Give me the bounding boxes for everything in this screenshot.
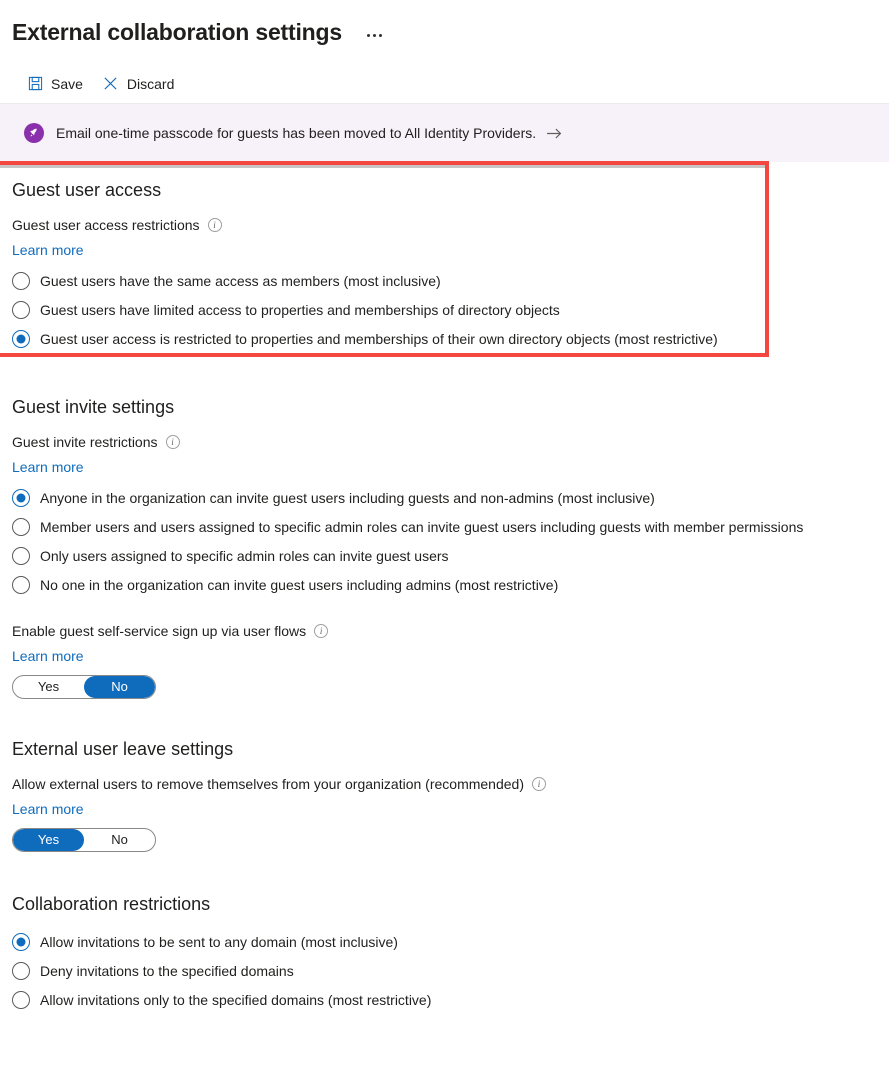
toggle-option-no[interactable]: No	[84, 829, 155, 851]
allow-external-users-remove-label: Allow external users to remove themselve…	[12, 774, 877, 794]
info-banner: Email one-time passcode for guests has b…	[0, 104, 889, 162]
radio-allow-only-specified-domains[interactable]: Allow invitations only to the specified …	[12, 985, 877, 1014]
radio-label: Deny invitations to the specified domain…	[40, 962, 294, 979]
save-label: Save	[51, 75, 83, 92]
radio-invite-no-one[interactable]: No one in the organization can invite gu…	[12, 570, 877, 599]
radio-icon	[12, 271, 30, 290]
settings-content: Guest user access Guest user access rest…	[0, 161, 889, 1014]
toggle-option-yes[interactable]: Yes	[13, 676, 84, 698]
highlight-annotation	[0, 161, 769, 357]
radio-label: Anyone in the organization can invite gu…	[40, 489, 655, 506]
field-label-text: Allow external users to remove themselve…	[12, 776, 524, 792]
ellipsis-icon[interactable]	[364, 30, 385, 41]
learn-more-link-external-leave[interactable]: Learn more	[12, 799, 84, 819]
radio-label: No one in the organization can invite gu…	[40, 576, 559, 593]
section-guest-invite-settings: Guest invite settings Guest invite restr…	[12, 353, 877, 699]
command-bar: Save Discard	[0, 64, 889, 104]
banner-message: Email one-time passcode for guests has b…	[56, 125, 537, 141]
guest-invite-restrictions-label: Guest invite restrictions i	[12, 432, 877, 452]
radio-icon	[12, 575, 30, 594]
learn-more-link-guest-invite[interactable]: Learn more	[12, 457, 84, 477]
self-service-signup-label: Enable guest self-service sign up via us…	[12, 621, 877, 641]
radio-label: Allow invitations only to the specified …	[40, 991, 432, 1008]
guest-invite-settings-title: Guest invite settings	[12, 397, 175, 417]
learn-more-link-self-service[interactable]: Learn more	[12, 646, 84, 666]
save-button[interactable]: Save	[18, 68, 92, 100]
info-icon[interactable]: i	[165, 435, 180, 449]
ellipsis-dot	[378, 33, 382, 37]
section-external-user-leave: External user leave settings Allow exter…	[12, 699, 877, 852]
info-icon[interactable]: i	[314, 624, 329, 638]
radio-icon	[12, 517, 30, 536]
page-header: External collaboration settings	[0, 0, 889, 52]
discard-button[interactable]: Discard	[94, 68, 183, 100]
info-icon[interactable]: i	[532, 777, 546, 791]
radio-icon	[12, 961, 30, 980]
radio-icon-selected	[12, 932, 30, 951]
radio-allow-any-domain[interactable]: Allow invitations to be sent to any doma…	[12, 927, 877, 956]
ellipsis-dot	[366, 33, 370, 37]
radio-icon	[12, 546, 30, 565]
highlight-inner-divider	[0, 165, 765, 168]
radio-invite-member-users[interactable]: Member users and users assigned to speci…	[12, 512, 877, 541]
section-collaboration-restrictions: Collaboration restrictions Allow invitat…	[12, 852, 877, 1014]
radio-icon	[12, 300, 30, 319]
radio-invite-admin-roles-only[interactable]: Only users assigned to specific admin ro…	[12, 541, 877, 570]
toggle-option-yes-selected[interactable]: Yes	[13, 829, 84, 851]
radio-label: Only users assigned to specific admin ro…	[40, 547, 449, 564]
field-label-text: Enable guest self-service sign up via us…	[12, 623, 307, 639]
external-user-leave-toggle[interactable]: Yes No	[12, 828, 156, 852]
collaboration-restrictions-title: Collaboration restrictions	[12, 894, 211, 914]
radio-deny-specified-domains[interactable]: Deny invitations to the specified domain…	[12, 956, 877, 985]
self-service-signup-toggle[interactable]: Yes No	[12, 675, 156, 699]
save-icon	[27, 76, 43, 92]
external-user-leave-title: External user leave settings	[12, 739, 234, 759]
radio-label: Allow invitations to be sent to any doma…	[40, 933, 398, 950]
radio-invite-anyone[interactable]: Anyone in the organization can invite gu…	[12, 483, 877, 512]
field-label-text: Guest invite restrictions	[12, 434, 158, 450]
radio-icon-selected	[12, 329, 30, 348]
radio-label: Member users and users assigned to speci…	[40, 518, 804, 535]
close-icon	[103, 76, 119, 92]
page-title: External collaboration settings	[12, 19, 342, 45]
rocket-icon	[24, 123, 44, 143]
radio-icon-selected	[12, 488, 30, 507]
ellipsis-dot	[372, 33, 376, 37]
toggle-option-no-selected[interactable]: No	[84, 676, 155, 698]
arrow-right-icon[interactable]	[546, 127, 563, 140]
discard-label: Discard	[126, 75, 175, 92]
radio-icon	[12, 990, 30, 1009]
